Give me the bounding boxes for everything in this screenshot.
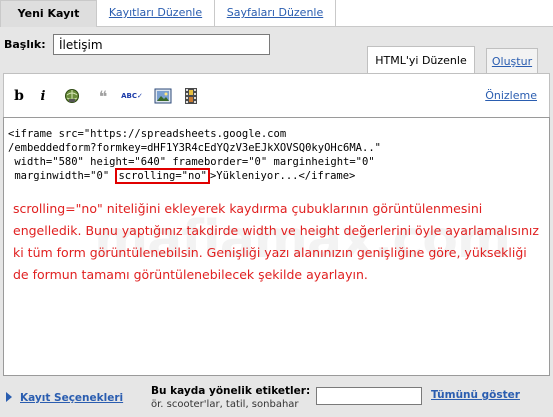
labels-input[interactable] bbox=[316, 387, 422, 405]
title-label: Başlık: bbox=[4, 38, 46, 51]
annotation-note: scrolling="no" niteliğini ekleyerek kayd… bbox=[13, 201, 539, 282]
tab-compose[interactable]: Oluştur bbox=[486, 48, 538, 74]
post-footer-bar: Kayıt Seçenekleri Bu kayda yönelik etike… bbox=[0, 381, 553, 417]
post-options-link[interactable]: Kayıt Seçenekleri bbox=[20, 392, 123, 404]
link-icon[interactable] bbox=[63, 87, 81, 105]
code-line: <iframe src="https://spreadsheets.google… bbox=[8, 128, 287, 140]
scrolling-attribute-highlight: scrolling="no" bbox=[115, 168, 210, 184]
image-icon[interactable] bbox=[154, 87, 172, 105]
video-icon[interactable] bbox=[182, 87, 200, 105]
code-line: width="580" height="640" frameborder="0"… bbox=[8, 156, 375, 168]
code-content: <iframe src="https://spreadsheets.google… bbox=[8, 127, 381, 184]
code-line: marginwidth="0" bbox=[8, 170, 116, 182]
preview-link[interactable]: Önizleme bbox=[485, 89, 537, 102]
expand-arrow-icon[interactable] bbox=[6, 392, 12, 402]
top-tab-bar: Yeni Kayıt Kayıtları Düzenle Sayfaları D… bbox=[0, 0, 553, 28]
labels-hint: ör. scooter'lar, tatil, sonbahar bbox=[151, 399, 299, 410]
tab-edit-posts[interactable]: Kayıtları Düzenle bbox=[97, 0, 215, 27]
blockquote-icon[interactable]: ❝ bbox=[94, 87, 112, 106]
editor-toolbar: b i ❝ ABC✓ Önizleme bbox=[3, 73, 550, 117]
html-editor-textarea[interactable]: mafiamax.com <iframe src="https://spread… bbox=[3, 117, 550, 376]
tab-edit-pages[interactable]: Sayfaları Düzenle bbox=[215, 0, 336, 27]
code-line: /embeddedform?formkey=dHF1Y3R4cEdYQzV3eE… bbox=[8, 142, 381, 154]
title-input[interactable]: İletişim bbox=[53, 34, 270, 55]
post-editor-panel: Başlık: İletişim HTML'yi Düzenle Oluştur… bbox=[0, 27, 553, 417]
code-line: >Yükleniyor...</iframe> bbox=[209, 170, 356, 182]
show-all-labels-link[interactable]: Tümünü göster bbox=[431, 389, 520, 401]
tab-edit-html[interactable]: HTML'yi Düzenle bbox=[367, 46, 475, 73]
italic-button[interactable]: i bbox=[34, 87, 52, 105]
bold-button[interactable]: b bbox=[10, 87, 28, 105]
spellcheck-icon[interactable]: ABC✓ bbox=[121, 87, 143, 105]
labels-title: Bu kayda yönelik etiketler: bbox=[151, 385, 311, 397]
tab-new-post[interactable]: Yeni Kayıt bbox=[0, 0, 97, 28]
